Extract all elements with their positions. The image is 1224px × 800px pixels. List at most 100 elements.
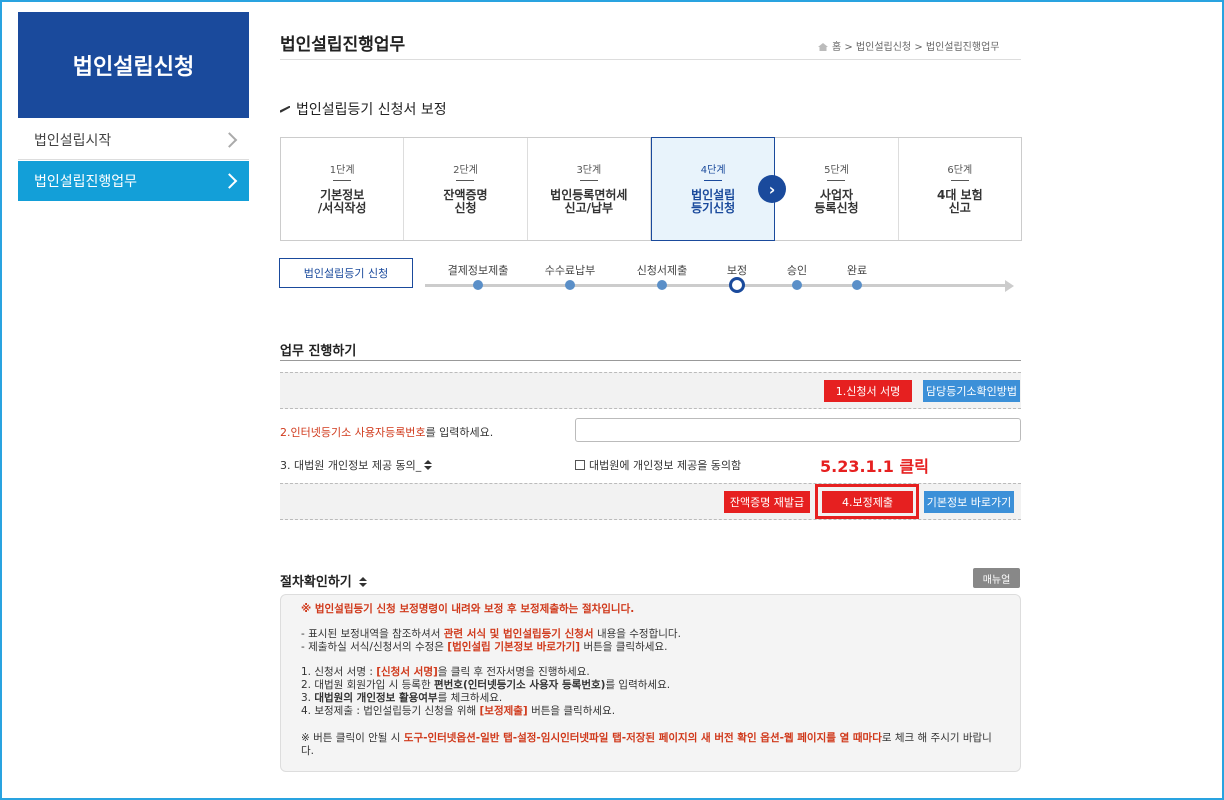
sort-icon[interactable]	[359, 577, 368, 587]
step-divider	[704, 180, 723, 181]
progress-line	[425, 284, 1007, 287]
home-icon[interactable]	[818, 43, 828, 51]
next-step-icon[interactable]: ›	[758, 175, 786, 203]
step-name: 사업자 등록신청	[814, 188, 859, 215]
sidebar-item-label: 법인설립진행업무	[34, 174, 138, 190]
work-section-divider	[280, 360, 1021, 361]
step-number: 6단계	[947, 165, 973, 176]
consent-checkbox[interactable]	[575, 460, 585, 470]
chevron-right-icon	[221, 173, 238, 189]
step-divider	[456, 180, 475, 181]
progress-step-label: 보정	[726, 264, 748, 277]
sidebar-title: 법인설립신청	[18, 12, 249, 118]
text: 3.	[301, 692, 315, 704]
procedure-title: 절차확인하기	[280, 571, 368, 590]
progress-step-label: 완료	[846, 264, 868, 277]
step-2[interactable]: 2단계 잔액증명 신청	[404, 138, 528, 240]
text: - 표시된 보정내역을 참조하셔서	[301, 628, 444, 640]
sign-application-button[interactable]: 1.신청서 서명	[824, 380, 912, 402]
procedure-line: - 표시된 보정내역을 참조하셔서 관련 서식 및 법인설립등기 신청서 내용을…	[301, 628, 1000, 641]
step-divider	[333, 180, 352, 181]
procedure-step: 1. 신청서 서명 : [신청서 서명]을 클릭 후 전자서명을 진행하세요.	[301, 666, 1000, 679]
step-6[interactable]: 6단계 4대 보험 신고	[899, 138, 1021, 240]
progress-step-label: 신청서제출	[636, 264, 688, 277]
progress-step-label: 결제정보제출	[447, 264, 509, 277]
breadcrumb-text[interactable]: 홈 > 법인설립신청 > 법인설립진행업무	[832, 42, 999, 53]
sidebar-item-start[interactable]: 법인설립시작	[18, 120, 249, 160]
procedure-intro: ※ 법인설립등기 신청 보정명령이 내려와 보정 후 보정제출하는 절차입니다.	[301, 603, 635, 615]
text: 버튼을 클릭하세요.	[580, 641, 668, 653]
progress-dot	[792, 280, 802, 290]
consent-label: 대법원에 개인정보 제공을 동의함	[589, 459, 742, 472]
highlight-frame	[815, 484, 919, 519]
step-5[interactable]: 5단계 사업자 등록신청	[775, 138, 899, 240]
header-divider	[280, 59, 1021, 60]
step-divider	[827, 180, 846, 181]
registry-number-label: 2.인터넷등기소 사용자등록번호를 입력하세요.	[280, 424, 493, 440]
progress-step-label: 수수료납부	[544, 264, 596, 277]
chevron-right-icon	[221, 131, 238, 148]
basic-info-button[interactable]: 기본정보 바로가기	[924, 491, 1014, 513]
section-title: 법인설립등기 신청서 보정	[280, 99, 447, 119]
text: - 제출하실 서식/신청서의 수정은	[301, 641, 448, 653]
progress-dot-current	[729, 277, 745, 293]
text: 4. 보정제출 : 법인설립등기 신청을 위해	[301, 705, 480, 717]
sidebar-item-progress[interactable]: 법인설립진행업무	[18, 161, 249, 201]
step-number: 5단계	[824, 165, 849, 176]
text: 내용을 수정합니다.	[593, 628, 681, 640]
procedure-note: ※ 버튼 클릭이 안될 시 도구-인터넷옵션-일반 탭-설정-임시인터넷파일 탭…	[301, 732, 1000, 758]
text: ※ 버튼 클릭이 안될 시	[301, 732, 404, 744]
text: 2. 대법원 회원가입 시 등록한	[301, 679, 434, 691]
step-number: 4단계	[700, 165, 726, 176]
procedure-step: 3. 대법원의 개인정보 활용여부를 체크하세요.	[301, 692, 1000, 705]
step-name: 법인설립 등기신청	[691, 188, 736, 215]
manual-button[interactable]: 매뉴얼	[973, 568, 1020, 588]
text-highlight: [법인설립 기본정보 바로가기]	[447, 641, 581, 653]
text: 1. 신청서 서명 :	[301, 666, 377, 678]
step-number: 3단계	[576, 165, 602, 176]
progress-dot	[565, 280, 575, 290]
step-name: 기본정보 /서식작성	[317, 188, 367, 215]
procedure-title-text: 절차확인하기	[280, 575, 352, 590]
work-section-title: 업무 진행하기	[280, 344, 357, 359]
registry-check-button[interactable]: 담당등기소확인방법	[923, 380, 1020, 402]
step-1[interactable]: 1단계 기본정보 /서식작성	[281, 138, 405, 240]
consent-row-text: 3. 대법원 개인정보 제공 동의_	[280, 459, 422, 472]
progress-dot	[473, 280, 483, 290]
procedure-step: 2. 대법원 회원가입 시 등록한 편번호(인터넷등기소 사용자 등록번호)를 …	[301, 679, 1000, 692]
current-process-box: 법인설립등기 신청	[279, 258, 413, 288]
step-name: 법인등록면허세 신고/납부	[550, 188, 628, 215]
text-highlight: 관련 서식 및 법인설립등기 신청서	[443, 628, 594, 640]
text-bold: 대법원의 개인정보 활용여부	[314, 692, 438, 704]
procedure-line: - 제출하실 서식/신청서의 수정은 [법인설립 기본정보 바로가기] 버튼을 …	[301, 641, 1000, 654]
step-3[interactable]: 3단계 법인등록면허세 신고/납부	[528, 138, 651, 240]
text-highlight: 도구-인터넷옵션-일반 탭-설정-임시인터넷파일 탭-저장된 페이지의 새 버전…	[403, 732, 882, 744]
step-divider	[579, 180, 598, 181]
procedure-box: ※ 법인설립등기 신청 보정명령이 내려와 보정 후 보정제출하는 절차입니다.…	[280, 594, 1021, 772]
sort-icon[interactable]	[424, 460, 433, 470]
step-name: 4대 보험 신고	[936, 188, 983, 215]
consent-checkbox-wrap[interactable]: 대법원에 개인정보 제공을 동의함	[575, 457, 741, 473]
text: 을 클릭 후 전자서명을 진행하세요.	[437, 666, 590, 678]
click-annotation: 5.23.1.1 클릭	[820, 457, 929, 476]
text-bold: 편번호(인터넷등기소 사용자 등록번호)	[433, 679, 606, 691]
text-highlight: [신청서 서명]	[376, 666, 438, 678]
text: 를 체크하세요.	[437, 692, 503, 704]
step-4-active[interactable]: 4단계 법인설립 등기신청	[650, 137, 776, 241]
registry-number-input[interactable]	[575, 418, 1021, 442]
sidebar-item-label: 법인설립시작	[34, 132, 112, 149]
progress-step-label: 승인	[786, 264, 808, 277]
step-name: 잔액증명 신청	[443, 188, 488, 215]
breadcrumb: 홈 > 법인설립신청 > 법인설립진행업무	[818, 38, 999, 53]
consent-row-label: 3. 대법원 개인정보 제공 동의_	[280, 457, 433, 473]
registry-number-highlight: 2.인터넷등기소 사용자등록번호	[280, 426, 426, 439]
step-divider	[950, 180, 969, 181]
reissue-balance-button[interactable]: 잔액증명 재발급	[724, 491, 810, 513]
text: 버튼을 클릭하세요.	[527, 705, 616, 717]
procedure-step: 4. 보정제출 : 법인설립등기 신청을 위해 [보정제출] 버튼을 클릭하세요…	[301, 705, 1000, 718]
step-number: 1단계	[329, 165, 355, 176]
text-highlight: [보정제출]	[479, 705, 528, 717]
page-title: 법인설립진행업무	[280, 35, 406, 55]
text: 를 입력하세요.	[605, 679, 671, 691]
registry-number-rest: 를 입력하세요.	[425, 426, 494, 439]
